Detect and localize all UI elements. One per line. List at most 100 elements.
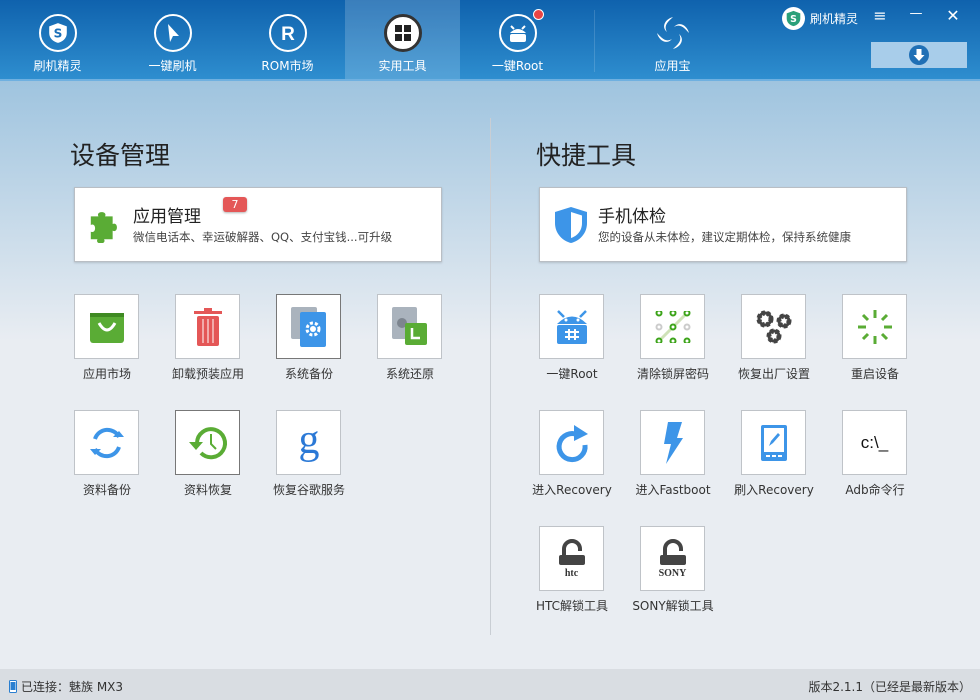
tool-google[interactable]: g bbox=[276, 410, 341, 475]
tool-history[interactable] bbox=[175, 410, 240, 475]
card-title: 手机体检 bbox=[598, 207, 666, 227]
tool-label: 重启设备 bbox=[850, 367, 899, 381]
tool-label: 进入Fastboot bbox=[635, 483, 711, 497]
tool-label: 一键Root bbox=[546, 367, 598, 381]
svg-text:S: S bbox=[53, 26, 62, 40]
tab-label: 一键刷机 bbox=[148, 59, 197, 73]
tool-label: SONY解锁工具 bbox=[632, 599, 714, 613]
tab-yingyongbao[interactable]: 应用宝 bbox=[615, 0, 730, 81]
cursor-icon bbox=[153, 14, 192, 52]
card-subtitle: 微信电话本、幸运破解器、QQ、支付宝钱...可升级 bbox=[133, 230, 393, 244]
svg-text:g: g bbox=[298, 421, 319, 463]
tool-sony-unlock[interactable]: SONY bbox=[640, 526, 705, 591]
svg-text:R: R bbox=[281, 24, 295, 43]
tool-label: 刷入Recovery bbox=[734, 483, 814, 497]
tool-label: 系统备份 bbox=[284, 367, 333, 381]
minimize-button[interactable]: — bbox=[904, 6, 928, 21]
top-navigation-bar: S 刷机精灵 一键刷机 R ROM市场 实用工具 一键Root 应用宝 S 刷机精灵 ≡ — … bbox=[0, 0, 980, 81]
tab-label: ROM市场 bbox=[261, 59, 314, 73]
tab-label: 应用宝 bbox=[654, 59, 691, 73]
tool-pattern-lock[interactable] bbox=[640, 294, 705, 359]
section-divider bbox=[490, 118, 491, 635]
lightning-icon bbox=[662, 421, 684, 464]
notification-dot bbox=[533, 9, 544, 20]
tool-label: 资料恢复 bbox=[183, 483, 232, 497]
tool-htc-unlock[interactable]: htc bbox=[539, 526, 604, 591]
tool-label: Adb命令行 bbox=[845, 483, 905, 497]
brand: S 刷机精灵 bbox=[782, 7, 858, 30]
tab-rom-r[interactable]: R ROM市场 bbox=[230, 0, 345, 81]
tab-cursor[interactable]: 一键刷机 bbox=[115, 0, 230, 81]
card-subtitle: 您的设备从未体检，建议定期体检，保持系统健康 bbox=[598, 230, 851, 244]
grid-icon bbox=[383, 14, 422, 52]
tab-shield-s[interactable]: S 刷机精灵 bbox=[0, 0, 115, 81]
device-management-title: 设备管理 bbox=[70, 141, 171, 170]
card-title: 应用管理 bbox=[133, 207, 201, 227]
brand-logo-icon: S bbox=[782, 7, 805, 30]
quick-tools-title: 快捷工具 bbox=[536, 141, 637, 170]
terminal-icon: c:\_ bbox=[860, 432, 889, 452]
shield-s-icon: S bbox=[38, 14, 77, 52]
tool-lightning[interactable] bbox=[640, 410, 705, 475]
phone-icon bbox=[9, 680, 17, 693]
tab-label: 实用工具 bbox=[378, 59, 427, 73]
shield-icon bbox=[552, 205, 590, 249]
sync-icon bbox=[86, 425, 128, 461]
tab-grid[interactable]: 实用工具 bbox=[345, 0, 460, 81]
tool-system-backup[interactable] bbox=[276, 294, 341, 359]
puzzle-icon bbox=[87, 205, 125, 247]
tool-android-root[interactable] bbox=[539, 294, 604, 359]
tool-label: 清除锁屏密码 bbox=[636, 367, 709, 381]
download-icon bbox=[909, 45, 929, 65]
phone-checkup-card[interactable]: 手机体检 您的设备从未体检，建议定期体检，保持系统健康 bbox=[539, 187, 907, 262]
tool-label: 进入Recovery bbox=[532, 483, 612, 497]
system-restore-icon bbox=[391, 306, 428, 347]
menu-button[interactable]: ≡ bbox=[868, 6, 892, 25]
tool-refresh[interactable] bbox=[539, 410, 604, 475]
brand-name: 刷机精灵 bbox=[810, 12, 859, 26]
tool-gears[interactable] bbox=[741, 294, 806, 359]
svg-text:S: S bbox=[790, 14, 797, 25]
tool-trash[interactable] bbox=[175, 294, 240, 359]
download-manager-button[interactable] bbox=[871, 42, 967, 68]
app-management-card[interactable]: 应用管理 7 微信电话本、幸运破解器、QQ、支付宝钱...可升级 bbox=[74, 187, 442, 262]
tool-tablet-edit[interactable] bbox=[741, 410, 806, 475]
system-backup-icon bbox=[290, 306, 327, 347]
refresh-icon bbox=[554, 423, 590, 463]
nav-divider bbox=[594, 10, 595, 72]
gears-icon bbox=[754, 308, 794, 346]
history-icon bbox=[187, 424, 229, 462]
tab-android[interactable]: 一键Root bbox=[460, 0, 575, 81]
status-bar: 已连接：魅族 MX3 版本2.1.1（已经是最新版本） bbox=[0, 669, 980, 700]
version-status: 版本2.1.1（已经是最新版本） bbox=[808, 680, 971, 694]
google-icon: g bbox=[294, 421, 324, 465]
yingyongbao-icon bbox=[654, 14, 692, 52]
close-button[interactable]: ✕ bbox=[941, 6, 965, 25]
tool-label: 资料备份 bbox=[82, 483, 131, 497]
tool-sync[interactable] bbox=[74, 410, 139, 475]
android-icon bbox=[498, 14, 537, 52]
tool-label: 恢复谷歌服务 bbox=[272, 483, 345, 497]
reboot-spinner-icon bbox=[857, 309, 893, 345]
tool-system-restore[interactable] bbox=[377, 294, 442, 359]
android-root-icon bbox=[555, 309, 589, 345]
tool-label: HTC解锁工具 bbox=[535, 599, 609, 613]
trash-icon bbox=[193, 307, 223, 346]
update-count-badge: 7 bbox=[223, 197, 247, 212]
rom-r-icon: R bbox=[268, 14, 307, 52]
tablet-edit-icon bbox=[760, 424, 788, 462]
tool-label: 应用市场 bbox=[82, 367, 131, 381]
tool-terminal[interactable]: c:\_ bbox=[842, 410, 907, 475]
htc-unlock-icon: htc bbox=[557, 538, 587, 579]
tab-label: 一键Root bbox=[491, 59, 544, 73]
tab-label: 刷机精灵 bbox=[33, 59, 82, 73]
tool-label: 恢复出厂设置 bbox=[737, 367, 810, 381]
shopping-bag-icon bbox=[89, 311, 125, 343]
tool-reboot-spinner[interactable] bbox=[842, 294, 907, 359]
tool-shopping-bag[interactable] bbox=[74, 294, 139, 359]
connection-status: 已连接：魅族 MX3 bbox=[21, 680, 124, 694]
tool-label: 卸载预装应用 bbox=[171, 367, 244, 381]
pattern-lock-icon bbox=[655, 310, 691, 343]
sony-unlock-icon: SONY bbox=[658, 538, 688, 579]
tool-label: 系统还原 bbox=[385, 367, 434, 381]
